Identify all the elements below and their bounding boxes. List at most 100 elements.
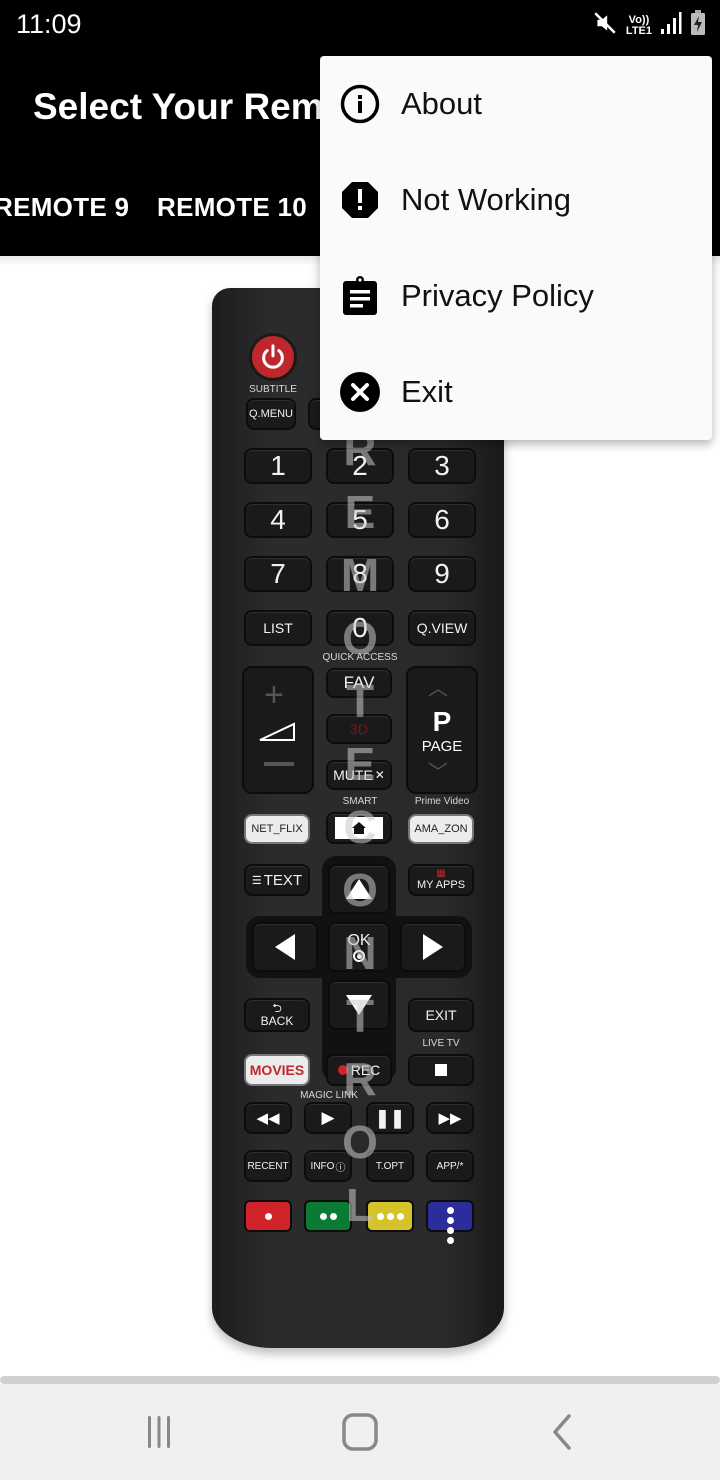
app-button[interactable]: APP/* bbox=[426, 1150, 474, 1182]
back-icon bbox=[553, 1414, 571, 1450]
arrow-down-icon bbox=[346, 995, 372, 1015]
volume-up-icon[interactable]: + bbox=[264, 676, 284, 715]
overflow-menu: About Not Working Privacy Policy Exit bbox=[320, 56, 712, 440]
speaker-mute-icon: ✕ bbox=[374, 768, 385, 782]
qmenu-button[interactable]: Q.MENU bbox=[246, 398, 296, 430]
blue-dot-3 bbox=[446, 1227, 454, 1234]
nav-divider bbox=[0, 1376, 720, 1384]
fast-forward-icon: ▶▶ bbox=[438, 1110, 462, 1127]
page-up-icon[interactable]: ︿ bbox=[428, 672, 448, 701]
menu-item-about[interactable]: About bbox=[320, 56, 712, 152]
power-button[interactable] bbox=[249, 333, 297, 381]
back-arrow-icon: ⮌ bbox=[272, 1000, 282, 1015]
menu-label-privacy-policy: Privacy Policy bbox=[401, 278, 594, 313]
digit-2-button[interactable]: 2 bbox=[326, 448, 394, 484]
alert-octagon-icon bbox=[340, 180, 380, 220]
navigation-bar bbox=[0, 1384, 720, 1480]
ok-button[interactable]: OK bbox=[328, 922, 390, 972]
movies-button[interactable]: MOVIES bbox=[244, 1054, 310, 1086]
back-nav-button[interactable] bbox=[537, 1412, 587, 1452]
home-smart-button[interactable] bbox=[326, 812, 392, 844]
prime-video-label: Prime Video bbox=[414, 796, 470, 807]
ok-label: OK bbox=[347, 932, 371, 949]
rewind-button[interactable]: ◀◀ bbox=[244, 1102, 292, 1134]
page-rocker[interactable]: ︿ P PAGE ﹀ bbox=[406, 666, 478, 794]
digit-5-button[interactable]: 5 bbox=[326, 502, 394, 538]
tab-remote-10[interactable]: REMOTE 10 bbox=[157, 192, 307, 223]
digit-3-button[interactable]: 3 bbox=[408, 448, 476, 484]
dpad-down-button[interactable] bbox=[328, 980, 390, 1030]
recents-button[interactable] bbox=[134, 1412, 184, 1452]
rec-dot-icon bbox=[337, 1065, 348, 1075]
text-icon: ☰ bbox=[251, 874, 262, 887]
menu-item-exit[interactable]: Exit bbox=[320, 344, 712, 440]
recents-icon bbox=[148, 1416, 170, 1448]
digit-8-button[interactable]: 8 bbox=[326, 556, 394, 592]
home-button[interactable] bbox=[335, 1412, 385, 1452]
live-tv-button[interactable] bbox=[408, 1054, 474, 1086]
blue-dots-icon bbox=[446, 1207, 454, 1214]
subtitle-label: SUBTITLE bbox=[249, 384, 297, 395]
menu-item-not-working[interactable]: Not Working bbox=[320, 152, 712, 248]
magic-link-label: MAGIC LINK bbox=[300, 1090, 358, 1101]
netflix-button[interactable]: NET_FLIX bbox=[244, 814, 310, 844]
dpad-up-button[interactable] bbox=[328, 864, 390, 914]
green-button[interactable] bbox=[304, 1200, 352, 1232]
list-button[interactable]: LIST bbox=[244, 610, 312, 646]
mute-button[interactable]: MUTE ✕ bbox=[326, 760, 392, 790]
remote-control-image: SUBTITLE Q.MENU 1 2 3 4 5 6 7 8 9 LIST 0… bbox=[212, 288, 504, 1348]
3d-button[interactable]: 3D bbox=[326, 714, 392, 744]
exit-remote-button[interactable]: EXIT bbox=[408, 998, 474, 1032]
menu-label-about: About bbox=[401, 86, 483, 121]
rec-button[interactable]: REC bbox=[326, 1054, 392, 1086]
qview-button[interactable]: Q.VIEW bbox=[408, 610, 476, 646]
clipboard-icon bbox=[340, 276, 380, 316]
pause-button[interactable]: ❚❚ bbox=[366, 1102, 414, 1134]
fav-button[interactable]: FAV bbox=[326, 668, 392, 698]
recent-button[interactable]: RECENT bbox=[244, 1150, 292, 1182]
topt-button[interactable]: T.OPT bbox=[366, 1150, 414, 1182]
back-button[interactable]: ⮌ BACK bbox=[244, 998, 310, 1032]
digit-1-button[interactable]: 1 bbox=[244, 448, 312, 484]
digit-6-button[interactable]: 6 bbox=[408, 502, 476, 538]
menu-item-privacy-policy[interactable]: Privacy Policy bbox=[320, 248, 712, 344]
page-p-label: P bbox=[432, 706, 452, 737]
pause-icon: ❚❚ bbox=[374, 1107, 406, 1128]
myapps-label: MY APPS bbox=[416, 879, 466, 891]
yellow-button[interactable] bbox=[366, 1200, 414, 1232]
page-down-icon[interactable]: ﹀ bbox=[428, 756, 448, 785]
volume-down-icon[interactable] bbox=[264, 762, 294, 766]
dpad-left-button[interactable] bbox=[252, 922, 318, 972]
ok-dot-icon bbox=[353, 950, 365, 962]
myapps-grid-icon: ▦ bbox=[436, 868, 446, 879]
amazon-button[interactable]: AMA_ZON bbox=[408, 814, 474, 844]
volume-rocker[interactable]: + bbox=[242, 666, 314, 794]
red-button[interactable] bbox=[244, 1200, 292, 1232]
page-label: PAGE bbox=[421, 738, 463, 755]
menu-label-not-working: Not Working bbox=[401, 182, 571, 217]
status-icons: Vo)) LTE1 bbox=[592, 10, 706, 41]
digit-4-button[interactable]: 4 bbox=[244, 502, 312, 538]
digit-0-button[interactable]: 0 bbox=[326, 610, 394, 646]
fast-forward-button[interactable]: ▶▶ bbox=[426, 1102, 474, 1134]
digit-7-button[interactable]: 7 bbox=[244, 556, 312, 592]
screen: 11:09 Vo)) LTE1 Select Your Remote REMOT… bbox=[0, 0, 720, 1480]
yellow-dot-2 bbox=[386, 1212, 394, 1220]
signal-icon bbox=[660, 11, 682, 40]
tab-remote-9[interactable]: REMOTE 9 bbox=[0, 192, 129, 223]
volume-icon bbox=[259, 722, 295, 741]
mute-label: MUTE bbox=[333, 767, 373, 783]
smart-label: SMART bbox=[342, 796, 378, 807]
blue-button[interactable] bbox=[426, 1200, 474, 1244]
quick-access-label: QUICK ACCESS bbox=[322, 652, 398, 663]
rewind-icon: ◀◀ bbox=[256, 1110, 280, 1127]
myapps-button[interactable]: ▦ MY APPS bbox=[408, 864, 474, 896]
play-button[interactable]: ▶ bbox=[304, 1102, 352, 1134]
green-dot-2 bbox=[329, 1212, 337, 1220]
dpad-right-button[interactable] bbox=[400, 922, 466, 972]
info-small-icon: ⓘ bbox=[335, 1162, 346, 1174]
text-button[interactable]: ☰ TEXT bbox=[244, 864, 310, 896]
digit-9-button[interactable]: 9 bbox=[408, 556, 476, 592]
info-button[interactable]: INFO ⓘ bbox=[304, 1150, 352, 1182]
blue-dot-2 bbox=[446, 1217, 454, 1224]
